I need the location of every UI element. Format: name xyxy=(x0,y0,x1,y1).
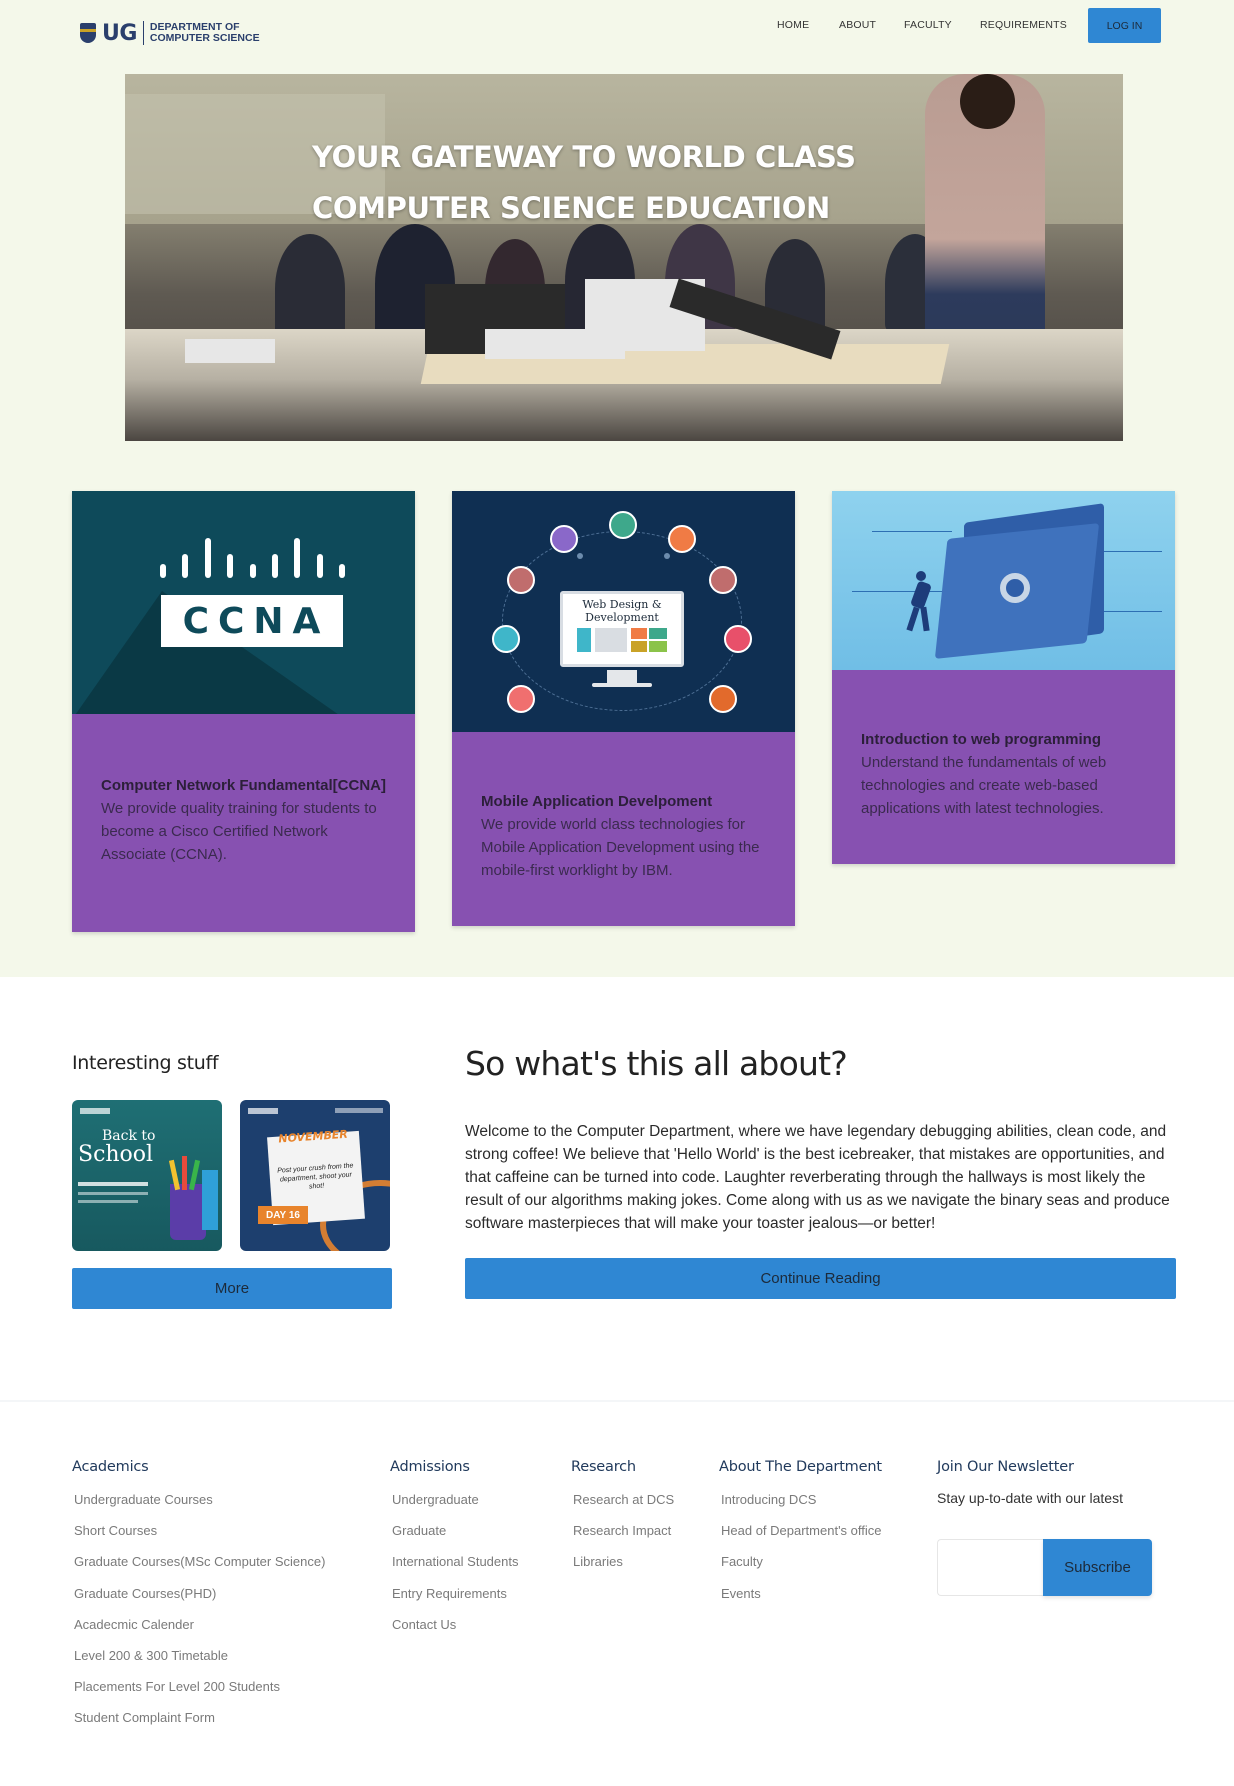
logo-line-2: COMPUTER SCIENCE xyxy=(149,32,260,44)
footer-link[interactable]: Level 200 & 300 Timetable xyxy=(72,1640,325,1671)
hero-title-line-2: COMPUTER SCIENCE EDUCATION xyxy=(312,191,830,225)
thumb2-text-3: DAY 16 xyxy=(258,1206,308,1224)
footer-department: About The Department Introducing DCS Hea… xyxy=(719,1459,882,1609)
logo-divider xyxy=(142,21,144,45)
gears-icon xyxy=(492,625,520,653)
data-security-image xyxy=(832,491,1175,670)
footer-divider xyxy=(0,1400,1234,1402)
monitor-illustration: Web Design & Development xyxy=(560,591,684,667)
footer-newsletter: Join Our Newsletter xyxy=(937,1459,1074,1484)
search-icon xyxy=(609,511,637,539)
person-pushing-icon xyxy=(906,571,933,632)
card-description: We provide world class technologies for … xyxy=(481,816,760,879)
footer-link[interactable]: Acadecmic Calender xyxy=(72,1609,325,1640)
footer-heading-academics: Academics xyxy=(72,1459,149,1475)
nav-requirements[interactable]: REQUIREMENTS xyxy=(980,19,1067,31)
card-description: Understand the fundamentals of web techn… xyxy=(861,754,1107,817)
footer-link[interactable]: Undergraduate Courses xyxy=(72,1484,325,1515)
course-card-web-programming[interactable]: Introduction to web programming Understa… xyxy=(832,491,1175,864)
footer-link[interactable]: Short Courses xyxy=(72,1515,325,1546)
mail-icon xyxy=(550,525,578,553)
footer-link[interactable]: Entry Requirements xyxy=(390,1578,518,1609)
web-design-image: Web Design & Development xyxy=(452,491,795,732)
logo-department-text: DEPARTMENT OF COMPUTER SCIENCE xyxy=(150,22,260,44)
interesting-stuff-heading: Interesting stuff xyxy=(72,1052,219,1074)
subscribe-button[interactable]: Subscribe xyxy=(1043,1539,1152,1596)
footer-link[interactable]: Head of Department's office xyxy=(719,1515,882,1546)
thumb1-text-2: School xyxy=(78,1142,154,1167)
footer-link[interactable]: Research at DCS xyxy=(571,1484,674,1515)
card-description: We provide quality training for students… xyxy=(101,800,377,863)
footer-link[interactable]: Introducing DCS xyxy=(719,1484,882,1515)
newsletter-subtext: Stay up-to-date with our latest xyxy=(937,1490,1123,1506)
footer-link[interactable]: Placements For Level 200 Students xyxy=(72,1671,325,1702)
footer-link[interactable]: Graduate Courses(PHD) xyxy=(72,1578,325,1609)
back-to-school-thumbnail[interactable]: Back to School xyxy=(72,1100,222,1251)
thumb2-text-1: NOVEMBER xyxy=(277,1127,349,1146)
footer-heading-newsletter: Join Our Newsletter xyxy=(937,1459,1074,1475)
phone-icon xyxy=(507,566,535,594)
footer-link[interactable]: Undergraduate xyxy=(390,1484,518,1515)
hero-title: YOUR GATEWAY TO WORLD CLASS COMPUTER SCI… xyxy=(312,132,912,234)
crest-icon xyxy=(78,20,98,46)
site-logo[interactable]: UG DEPARTMENT OF COMPUTER SCIENCE xyxy=(78,20,260,46)
pencil-cup-icon xyxy=(170,1184,206,1240)
footer-heading-department: About The Department xyxy=(719,1459,882,1475)
footer-heading-research: Research xyxy=(571,1459,636,1475)
web-design-label-1: Web Design & xyxy=(582,598,662,611)
hero-title-line-1: YOUR GATEWAY TO WORLD CLASS xyxy=(312,140,856,174)
keyhole-icon xyxy=(1000,573,1030,603)
ccna-logo-text: CCNA xyxy=(161,595,343,647)
footer-link[interactable]: International Students xyxy=(390,1546,518,1577)
web-design-label-2: Development xyxy=(585,611,659,624)
login-button[interactable]: LOG IN xyxy=(1088,8,1161,43)
cisco-bars-icon xyxy=(160,536,345,578)
footer-heading-admissions: Admissions xyxy=(390,1459,470,1475)
browser-icon xyxy=(709,566,737,594)
course-card-mobile[interactable]: Web Design & Development Mobile Applicat… xyxy=(452,491,795,926)
continue-reading-button[interactable]: Continue Reading xyxy=(465,1258,1176,1299)
footer-link[interactable]: Libraries xyxy=(571,1546,674,1577)
about-heading: So what's this all about? xyxy=(465,1044,848,1083)
footer-link[interactable]: Graduate xyxy=(390,1515,518,1546)
footer-link[interactable]: Student Complaint Form xyxy=(72,1702,325,1733)
chat-icon xyxy=(668,525,696,553)
footer-link[interactable]: Graduate Courses(MSc Computer Science) xyxy=(72,1546,325,1577)
footer-link[interactable]: Contact Us xyxy=(390,1609,518,1640)
nav-faculty[interactable]: FACULTY xyxy=(904,19,952,31)
user-icon xyxy=(507,685,535,713)
footer-link[interactable]: Research Impact xyxy=(571,1515,674,1546)
about-paragraph: Welcome to the Computer Department, wher… xyxy=(465,1123,1170,1232)
hero-banner: YOUR GATEWAY TO WORLD CLASS COMPUTER SCI… xyxy=(125,74,1123,441)
november-challenge-thumbnail[interactable]: NOVEMBER Post your crush from the depart… xyxy=(240,1100,390,1251)
card-title: Introduction to web programming xyxy=(861,731,1101,748)
thumb2-text-2: Post your crush from the department, sho… xyxy=(277,1162,354,1191)
newsletter-email-input[interactable] xyxy=(937,1539,1043,1596)
more-button[interactable]: More xyxy=(72,1268,392,1309)
ccna-image: CCNA xyxy=(72,491,415,714)
footer-admissions: Admissions Undergraduate Graduate Intern… xyxy=(390,1459,518,1640)
footer-academics: Academics Undergraduate Courses Short Co… xyxy=(72,1459,325,1734)
image-icon xyxy=(724,625,752,653)
logo-ug-text: UG xyxy=(102,20,137,46)
nav-home[interactable]: HOME xyxy=(777,19,809,31)
nav-about[interactable]: ABOUT xyxy=(839,19,876,31)
footer-link[interactable]: Events xyxy=(719,1578,882,1609)
card-title: Mobile Application Develpoment xyxy=(481,793,713,810)
course-card-ccna[interactable]: CCNA Computer Network Fundamental[CCNA] … xyxy=(72,491,415,932)
shield-icon xyxy=(709,685,737,713)
footer-link[interactable]: Faculty xyxy=(719,1546,882,1577)
footer-research: Research Research at DCS Research Impact… xyxy=(571,1459,674,1578)
card-title: Computer Network Fundamental[CCNA] xyxy=(101,777,387,794)
